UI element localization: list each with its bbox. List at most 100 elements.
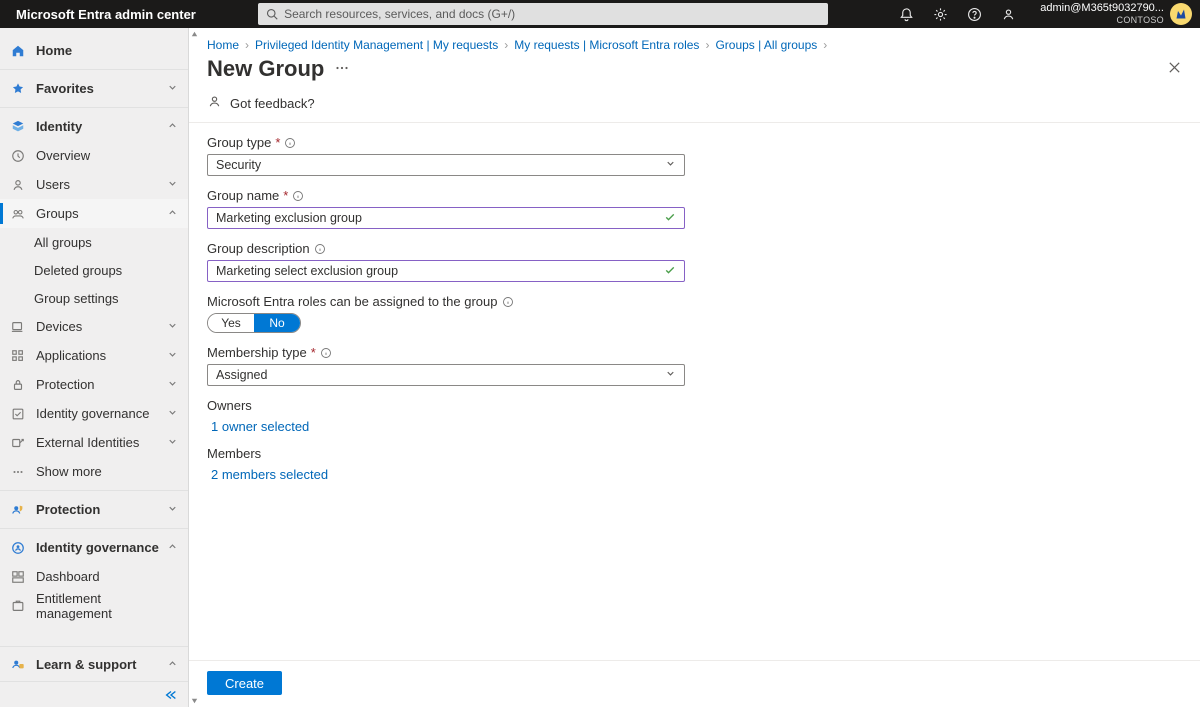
chevron-right-icon: › — [245, 38, 249, 52]
group-description-input[interactable]: Marketing select exclusion group — [207, 260, 685, 282]
sidebar-item-identity-governance[interactable]: Identity governance — [0, 399, 188, 428]
home-icon — [10, 43, 26, 59]
chevron-up-icon — [167, 119, 178, 134]
check-icon — [664, 264, 676, 279]
membership-type-label: Membership type — [207, 345, 307, 360]
sidebar-section-identity-governance[interactable]: Identity governance — [0, 533, 188, 562]
apps-icon — [10, 348, 26, 364]
notifications-icon[interactable] — [890, 0, 922, 28]
chevron-down-icon — [167, 348, 178, 363]
sidebar-item-dashboard[interactable]: Dashboard — [0, 562, 188, 591]
help-icon[interactable] — [958, 0, 990, 28]
chevron-right-icon: › — [705, 38, 709, 52]
roles-assignable-toggle[interactable]: Yes No — [207, 313, 301, 333]
command-bar: Got feedback? — [189, 90, 1200, 123]
collapse-sidebar-button[interactable] — [0, 681, 188, 707]
sidebar-scrollbar[interactable] — [189, 28, 200, 707]
required-indicator: * — [311, 345, 316, 360]
account-email: admin@M365t9032790... — [1040, 2, 1164, 14]
sidebar-item-devices[interactable]: Devices — [0, 312, 188, 341]
sidebar-item-overview[interactable]: Overview — [0, 141, 188, 170]
group-name-input[interactable]: Marketing exclusion group — [207, 207, 685, 229]
group-type-select[interactable]: Security — [207, 154, 685, 176]
more-actions-icon[interactable] — [334, 60, 350, 79]
chevron-down-icon — [167, 177, 178, 192]
sidebar-item-group-settings[interactable]: Group settings — [34, 284, 188, 312]
top-bar: Microsoft Entra admin center Search reso… — [0, 0, 1200, 28]
create-button[interactable]: Create — [207, 671, 282, 695]
chevron-down-icon — [167, 406, 178, 421]
avatar[interactable] — [1170, 3, 1192, 25]
account-menu[interactable]: admin@M365t9032790... CONTOSO — [1032, 2, 1192, 26]
sidebar-item-show-more[interactable]: Show more — [0, 457, 188, 486]
group-description-label: Group description — [207, 241, 310, 256]
sidebar-item-deleted-groups[interactable]: Deleted groups — [34, 256, 188, 284]
settings-icon[interactable] — [924, 0, 956, 28]
feedback-person-icon[interactable] — [992, 0, 1024, 28]
membership-type-select[interactable]: Assigned — [207, 364, 685, 386]
members-selected-link[interactable]: 2 members selected — [207, 467, 881, 482]
toggle-yes[interactable]: Yes — [208, 314, 254, 332]
sidebar-item-external-identities[interactable]: External Identities — [0, 428, 188, 457]
search-icon — [266, 8, 278, 20]
sidebar-item-identity[interactable]: Identity — [0, 112, 188, 141]
breadcrumb-groups-allgroups[interactable]: Groups | All groups — [715, 38, 817, 52]
support-icon — [10, 656, 26, 672]
dashboard-icon — [10, 569, 26, 585]
global-search[interactable]: Search resources, services, and docs (G+… — [258, 3, 828, 25]
required-indicator: * — [283, 188, 288, 203]
sidebar-item-home[interactable]: Home — [0, 36, 188, 65]
search-placeholder: Search resources, services, and docs (G+… — [284, 7, 515, 21]
account-tenant: CONTOSO — [1040, 14, 1164, 26]
chevron-right-icon: › — [504, 38, 508, 52]
page-title: New Group — [207, 56, 324, 82]
owners-selected-link[interactable]: 1 owner selected — [207, 419, 881, 434]
sidebar-section-protection[interactable]: Protection — [0, 495, 188, 524]
breadcrumb: Home › Privileged Identity Management | … — [189, 28, 1200, 54]
owners-label: Owners — [207, 398, 881, 413]
sidebar-item-favorites[interactable]: Favorites — [0, 74, 188, 103]
info-icon[interactable] — [320, 347, 332, 359]
lock-icon — [10, 377, 26, 393]
group-type-label: Group type — [207, 135, 271, 150]
governance-badge-icon — [10, 540, 26, 556]
group-name-label: Group name — [207, 188, 279, 203]
main-content: Home › Privileged Identity Management | … — [189, 28, 1200, 707]
members-label: Members — [207, 446, 881, 461]
sidebar: Home Favorites — [0, 28, 189, 707]
chevron-down-icon — [665, 158, 676, 172]
chevron-down-icon — [167, 377, 178, 392]
sidebar-item-protection[interactable]: Protection — [0, 370, 188, 399]
breadcrumb-myrequests-entra-roles[interactable]: My requests | Microsoft Entra roles — [514, 38, 699, 52]
info-icon[interactable] — [292, 190, 304, 202]
info-icon[interactable] — [502, 296, 514, 308]
chevron-down-icon — [167, 502, 178, 517]
sidebar-item-applications[interactable]: Applications — [0, 341, 188, 370]
info-icon[interactable] — [284, 137, 296, 149]
feedback-icon — [207, 94, 222, 112]
chevron-down-icon — [167, 435, 178, 450]
breadcrumb-pim-myrequests[interactable]: Privileged Identity Management | My requ… — [255, 38, 498, 52]
shield-user-icon — [10, 502, 26, 518]
roles-assignable-label: Microsoft Entra roles can be assigned to… — [207, 294, 498, 309]
groups-icon — [10, 206, 26, 222]
toggle-no[interactable]: No — [254, 314, 300, 332]
chevron-right-icon: › — [823, 38, 827, 52]
governance-icon — [10, 406, 26, 422]
sidebar-item-users[interactable]: Users — [0, 170, 188, 199]
brand-title: Microsoft Entra admin center — [8, 7, 196, 22]
check-icon — [664, 211, 676, 226]
entitlement-icon — [10, 598, 26, 614]
required-indicator: * — [275, 135, 280, 150]
sidebar-item-all-groups[interactable]: All groups — [34, 228, 188, 256]
sidebar-item-entitlement-management[interactable]: Entitlement management — [0, 591, 188, 620]
star-icon — [10, 81, 26, 97]
breadcrumb-home[interactable]: Home — [207, 38, 239, 52]
close-icon[interactable] — [1167, 60, 1182, 78]
chevron-down-icon — [167, 319, 178, 334]
chevron-up-icon — [167, 206, 178, 221]
got-feedback-link[interactable]: Got feedback? — [230, 96, 315, 111]
sidebar-item-groups[interactable]: Groups — [0, 199, 188, 228]
sidebar-item-learn-support[interactable]: Learn & support — [0, 647, 188, 681]
info-icon[interactable] — [314, 243, 326, 255]
